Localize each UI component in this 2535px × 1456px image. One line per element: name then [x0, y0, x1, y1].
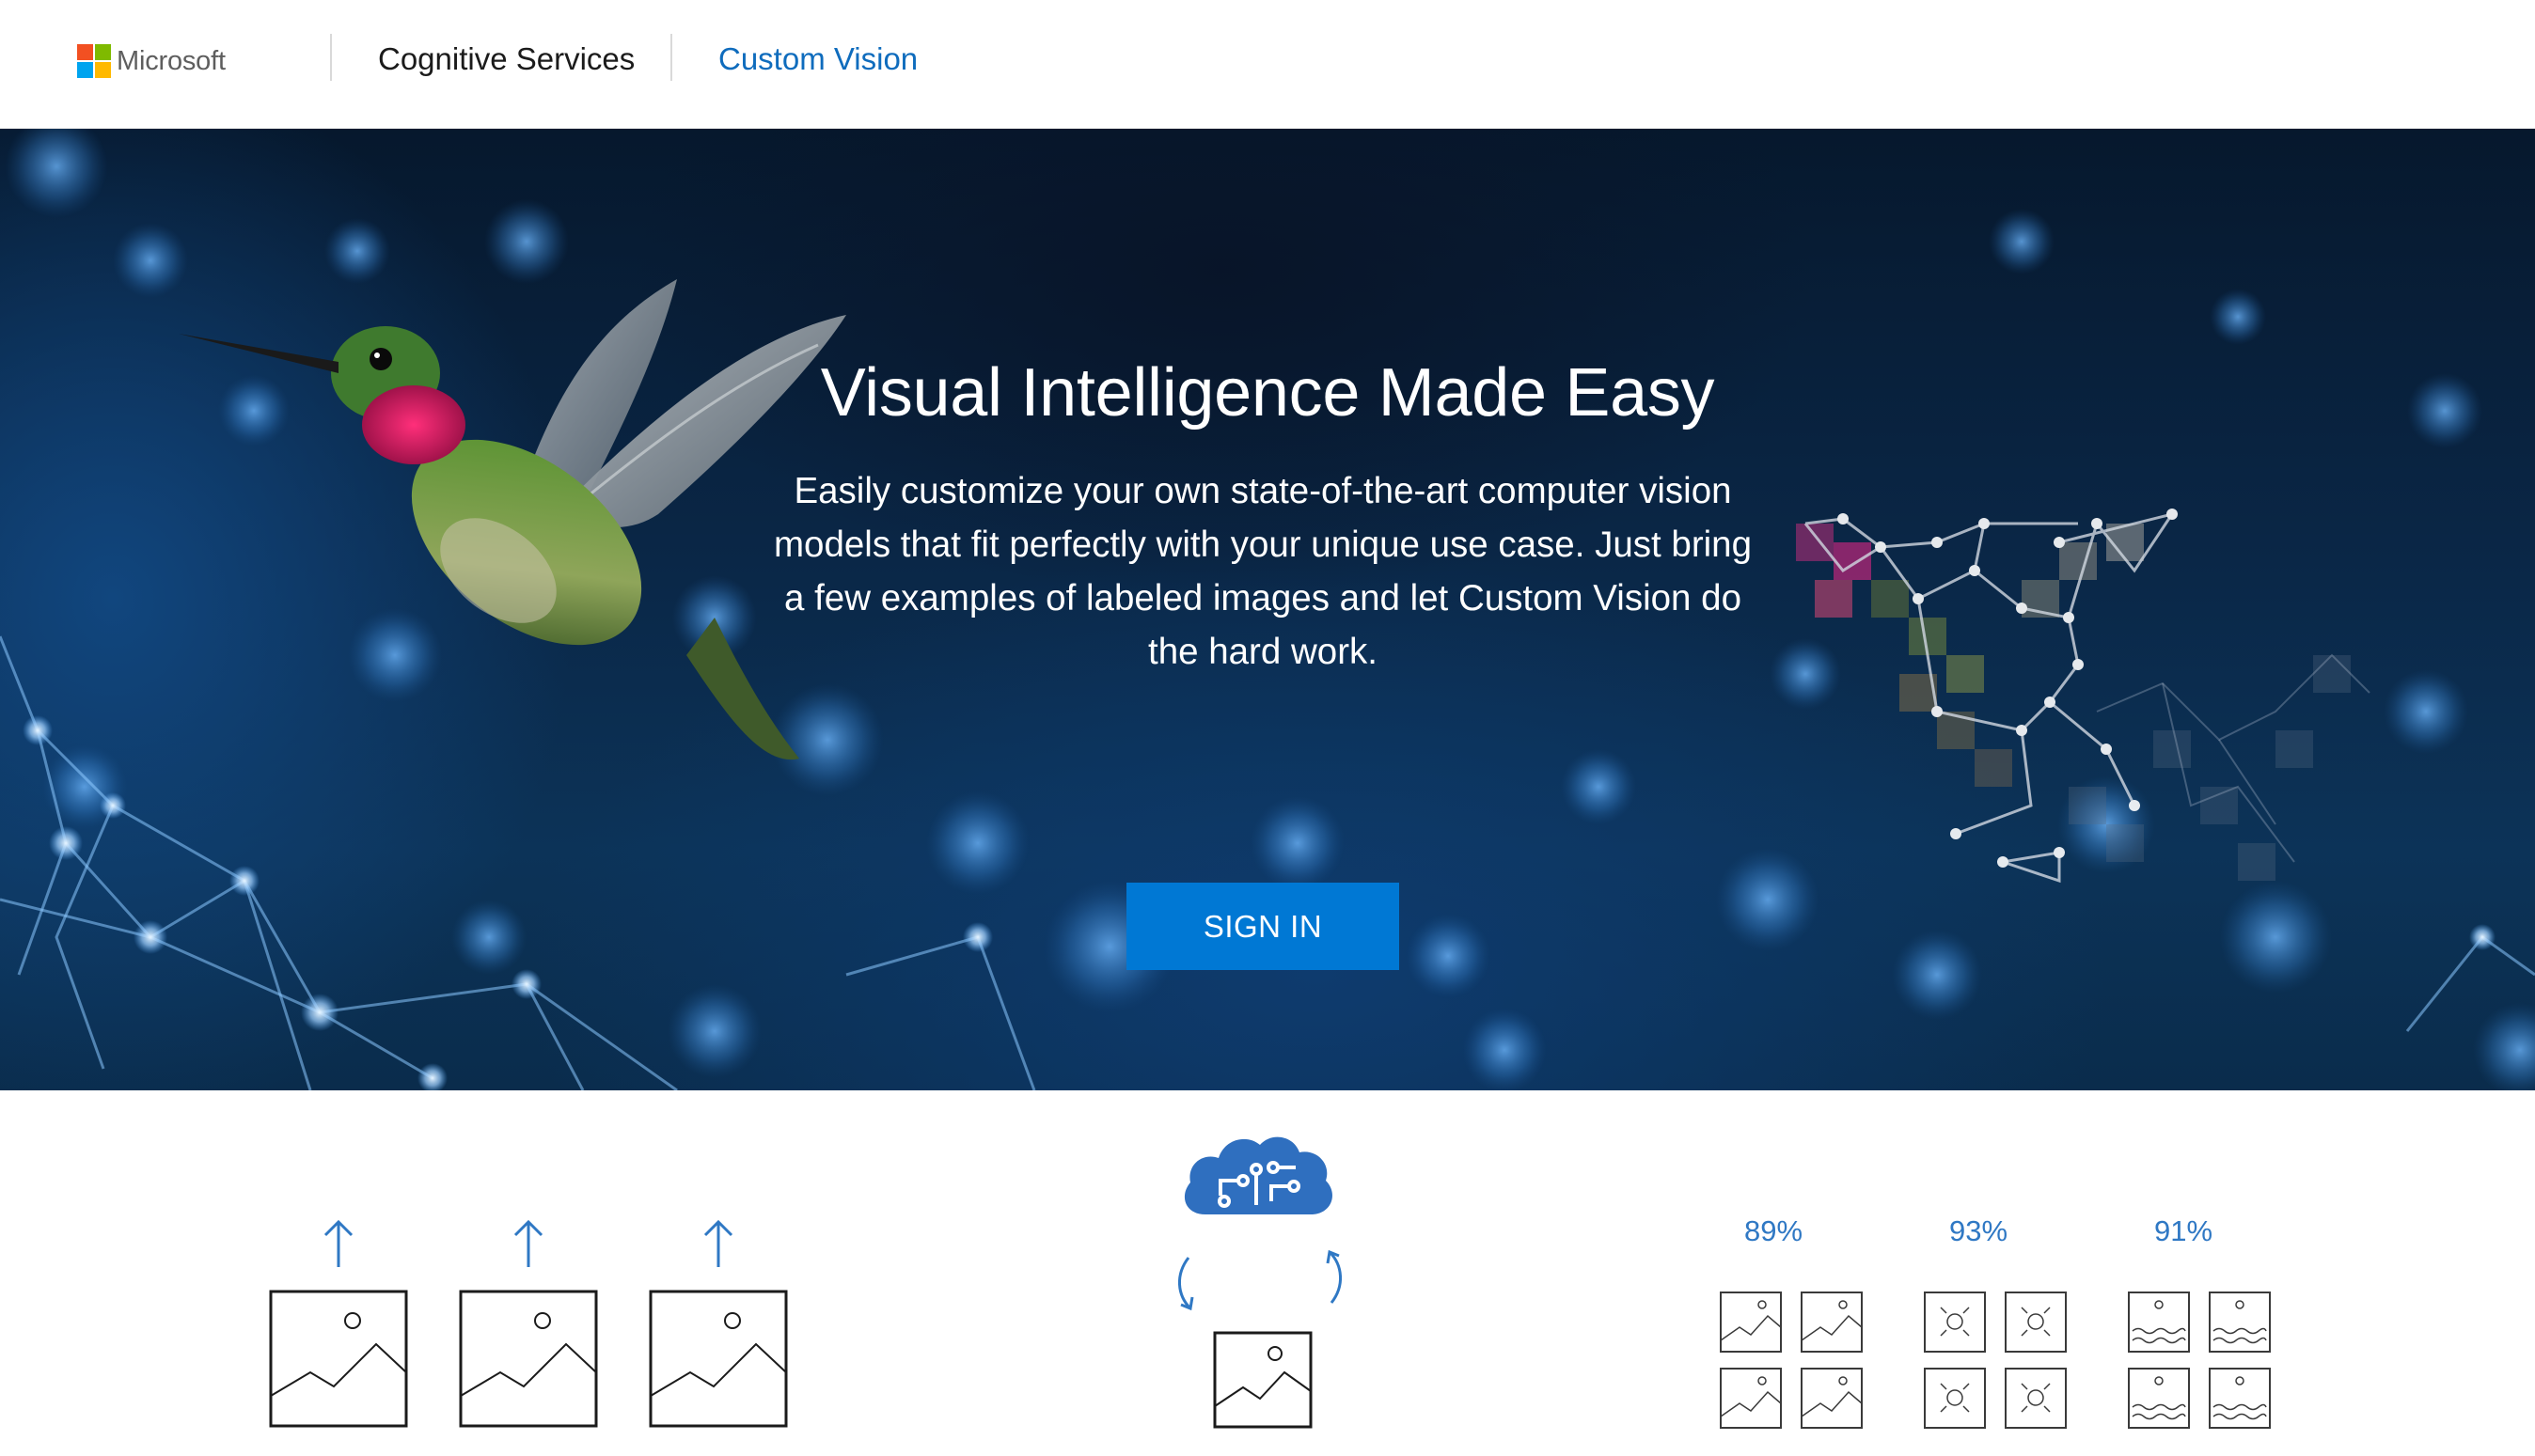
- hero-title: Visual Intelligence Made Easy: [820, 355, 1715, 431]
- upload-images-icon: [269, 1219, 788, 1428]
- feature-upload-images: [263, 1090, 799, 1448]
- sign-in-button[interactable]: SIGN IN: [1126, 883, 1399, 970]
- microsoft-wordmark: Microsoft: [117, 45, 226, 76]
- nav-cognitive-services[interactable]: Cognitive Services: [378, 41, 635, 77]
- hummingbird-illustration: [179, 279, 846, 760]
- microsoft-logo-icon: [77, 44, 111, 78]
- brain-cloud-icon: [1177, 1136, 1343, 1429]
- header-divider: [670, 34, 672, 81]
- feature-prediction-results: 89% 93% 91%: [1711, 1090, 2275, 1448]
- hero-description: Easily customize your own state-of-the-a…: [773, 471, 1753, 672]
- feature-train-model: [1166, 1090, 1354, 1448]
- refresh-arrows-icon: [1177, 1249, 1343, 1311]
- header-divider: [330, 34, 332, 81]
- top-header: Microsoft Cognitive Services Custom Visi…: [0, 0, 2535, 129]
- prediction-grid-icon: [1720, 1292, 2271, 1429]
- nav-custom-vision[interactable]: Custom Vision: [718, 41, 918, 77]
- hero-banner: Visual Intelligence Made Easy Easily cus…: [0, 129, 2535, 1090]
- microsoft-logo[interactable]: Microsoft: [77, 43, 226, 79]
